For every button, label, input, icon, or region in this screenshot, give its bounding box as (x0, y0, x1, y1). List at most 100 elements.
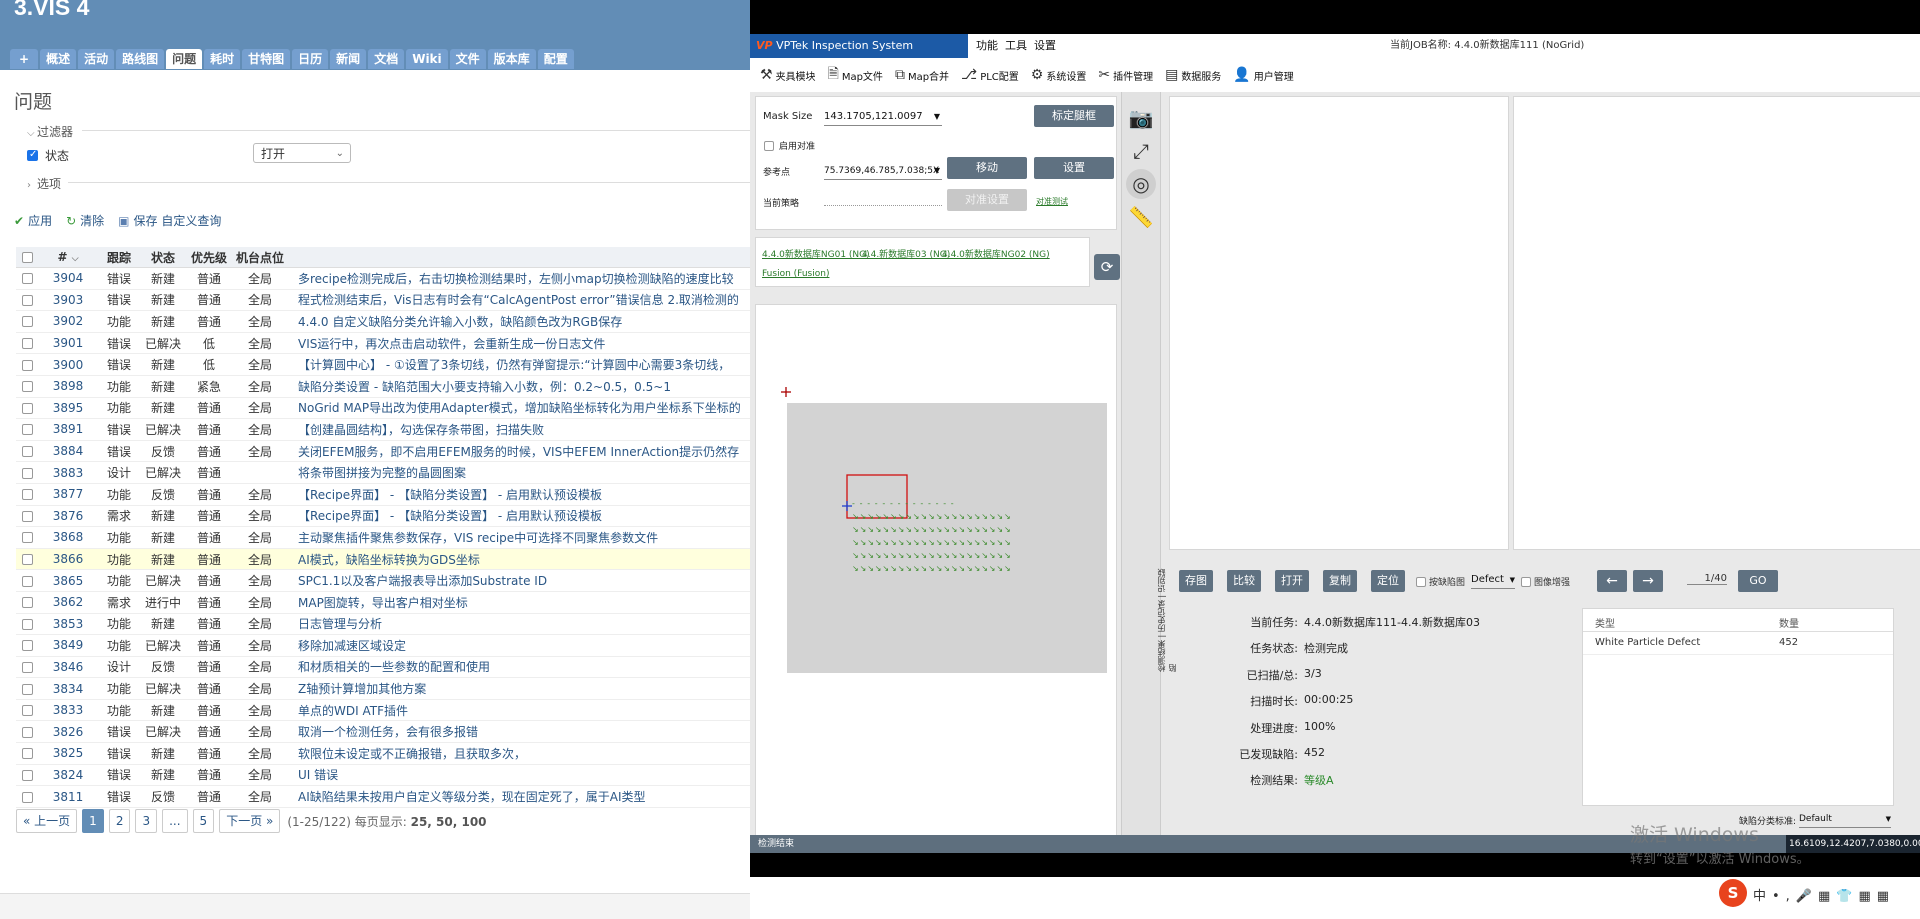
image-view-right[interactable] (1513, 96, 1920, 550)
row-checkbox[interactable] (21, 294, 33, 306)
row-checkbox[interactable] (21, 661, 33, 673)
tab-4[interactable]: 问题 (166, 49, 203, 69)
camera-icon[interactable]: 📷 (1126, 103, 1156, 133)
status-filter-checkbox[interactable] (27, 149, 38, 161)
go-button[interactable]: GO (1738, 570, 1778, 592)
issue-id[interactable]: 3876 (38, 505, 98, 528)
issue-id[interactable]: 3833 (38, 699, 98, 722)
issue-subject[interactable]: AI模式，缺陷坐标转换为GDS坐标 (288, 548, 750, 571)
ruler-icon[interactable]: 📏 (1126, 202, 1156, 232)
issue-subject[interactable]: 【Recipe界面】 - 【缺陷分类设置】 - 启用默认预设模板 (288, 483, 750, 506)
row-checkbox[interactable] (21, 769, 33, 781)
tab-11[interactable]: 文件 (449, 49, 486, 69)
new-item-button[interactable]: + (10, 49, 39, 69)
tab-1[interactable]: 概述 (40, 49, 77, 69)
issue-id-link[interactable]: 3862 (53, 595, 84, 609)
issue-subject[interactable]: 主动聚焦插件聚焦参数保存，VIS recipe中可选择不同聚焦参数文件 (288, 526, 750, 549)
row-checkbox[interactable] (21, 683, 33, 695)
issue-id[interactable]: 3846 (38, 656, 98, 679)
row-checkbox[interactable] (21, 618, 33, 630)
row-checkbox[interactable] (21, 705, 33, 717)
select-all-checkbox[interactable] (21, 252, 33, 263)
defect-page-counter[interactable]: 1/40 (1687, 573, 1727, 585)
table-row[interactable]: 3865 功能 已解决 普通 全局 SPC1.1以及客户端报表导出添加Substrate … (16, 569, 750, 592)
table-row[interactable]: 3891 错误 已解决 普通 全局 【创建晶圆结构】，勾选保存条带图，扫描失败 (16, 418, 750, 441)
issue-subject[interactable]: 将条带图拼接为完整的晶圆图案 (288, 461, 750, 484)
settings-button[interactable]: 设置 (1034, 157, 1114, 179)
issue-id-link[interactable]: 3826 (53, 725, 84, 739)
issue-id-link[interactable]: 3903 (53, 293, 84, 307)
ref-point-input[interactable]: 75.7369,46.785,7.038;5X ▼ (824, 163, 942, 180)
tab-2[interactable]: 活动 (78, 49, 115, 69)
defect-map-checkbox[interactable] (1416, 576, 1426, 587)
toolbar-users[interactable]: 👤 用户管理 (1233, 67, 1293, 83)
issue-subject[interactable]: Z轴预计算增加其他方案 (288, 677, 750, 700)
issue-id-link[interactable]: 3865 (53, 574, 84, 588)
image-enhance-checkbox[interactable] (1521, 576, 1531, 587)
col-scope[interactable]: 机台点位 (232, 247, 288, 268)
clear-link[interactable]: ↻ 清除 (66, 212, 104, 229)
issue-id[interactable]: 3826 (38, 720, 98, 744)
row-checkbox[interactable] (21, 532, 33, 544)
issue-id[interactable]: 3853 (38, 613, 98, 636)
issue-id-link[interactable]: 3834 (53, 682, 84, 696)
issue-id-link[interactable]: 3853 (53, 617, 84, 631)
issue-subject[interactable]: 【Recipe界面】 - 【缺陷分类设置】 - 启用默认预设模板 (288, 505, 750, 528)
issue-subject[interactable]: 单点的WDI ATF插件 (288, 699, 750, 722)
issue-id-link[interactable]: 3825 (53, 746, 84, 760)
apply-link[interactable]: ✔ 应用 (14, 212, 52, 229)
strategy-input[interactable] (824, 205, 942, 206)
tray-icons[interactable]: 中•,🎤▦👕▦▦ (1753, 885, 1895, 904)
row-checkbox[interactable] (21, 791, 33, 803)
prev-defect-button[interactable]: ← (1597, 570, 1627, 592)
issue-id[interactable]: 3834 (38, 677, 98, 700)
issue-id[interactable]: 3877 (38, 483, 98, 506)
issue-id[interactable]: 3884 (38, 440, 98, 463)
col-tracker[interactable]: 跟踪 (98, 247, 140, 268)
image-zoom-icon[interactable]: ⤢ (1126, 136, 1156, 166)
table-row[interactable]: 3904 错误 新建 普通 全局 多recipe检测完成后，右击切换检测结果时，左侧小ma… (16, 267, 750, 290)
issue-id[interactable]: 3865 (38, 569, 98, 592)
recipe-link-4[interactable]: Fusion (Fusion) (762, 269, 829, 279)
tab-3[interactable]: 路线图 (116, 49, 165, 69)
toolbar-data-service[interactable]: ▤ 数据服务 (1165, 67, 1221, 83)
issue-id[interactable]: 3904 (38, 267, 98, 290)
recipe-link-1[interactable]: 4.4.0新数据库NG01 (NG) (762, 247, 870, 260)
enable-align-checkbox[interactable] (764, 140, 774, 151)
issue-id-link[interactable]: 3876 (53, 509, 84, 523)
table-row[interactable]: 3876 需求 新建 普通 全局 【Recipe界面】 - 【缺陷分类设置】 - 启用默认… (16, 505, 750, 528)
move-button[interactable]: 移动 (947, 157, 1027, 179)
issue-id[interactable]: 3862 (38, 591, 98, 614)
row-checkbox[interactable] (21, 273, 33, 285)
table-row[interactable]: 3883 设计 已解决 普通 将条带图拼接为完整的晶圆图案 (16, 461, 750, 484)
issue-id-link[interactable]: 3824 (53, 768, 84, 782)
status-select[interactable]: 打开 ⌄ (253, 143, 351, 163)
issue-subject[interactable]: 程式检测结束后，Vis日志有时会有“CalcAgentPost error”错误… (288, 289, 750, 312)
row-checkbox[interactable] (21, 359, 33, 371)
table-row[interactable]: 3824 错误 新建 普通 全局 UI 错误 (16, 764, 750, 787)
row-checkbox[interactable] (21, 554, 33, 566)
locate-button[interactable]: 定位 (1371, 570, 1405, 592)
issue-subject[interactable]: AI缺陷结果未按用户自定义等级分类，现在固定死了，属于AI类型 (288, 785, 750, 808)
row-checkbox[interactable] (21, 402, 33, 414)
refresh-recipes-button[interactable]: ⟳ (1094, 254, 1120, 280)
issue-id[interactable]: 3895 (38, 397, 98, 420)
menu-settings[interactable]: 设置 (1034, 34, 1056, 58)
table-row[interactable]: 3825 错误 新建 普通 全局 软限位未设定或不正确报错，且获取多次， (16, 742, 750, 765)
page-button[interactable]: 5 (192, 809, 215, 833)
issue-id-link[interactable]: 3900 (53, 358, 84, 372)
copy-button[interactable]: 复制 (1323, 570, 1357, 592)
issue-id-link[interactable]: 3902 (53, 314, 84, 328)
table-row[interactable]: 3877 功能 反馈 普通 全局 【Recipe界面】 - 【缺陷分类设置】 - 启用默认… (16, 483, 750, 506)
table-row[interactable]: 3898 功能 新建 紧急 全局 缺陷分类设置 - 缺陷范围大小要支持输入小数，例：0.2… (16, 375, 750, 398)
row-checkbox[interactable] (21, 467, 33, 479)
toolbar-plc[interactable]: ⎇ PLC配置 (961, 67, 1019, 83)
table-row[interactable]: 3900 错误 新建低全局 【计算圆中心】 - ①设置了3条切线，仍然有弹窗提示:“计… (16, 353, 750, 376)
issue-subject[interactable]: 缺陷分类设置 - 缺陷范围大小要支持输入小数，例：0.2~0.5，0.5~1 (288, 375, 750, 398)
toolbar-system-settings[interactable]: ⚙ 系统设置 (1031, 67, 1087, 83)
per-page-options[interactable]: 25, 50, 100 (411, 815, 487, 829)
row-checkbox[interactable] (21, 575, 33, 587)
col-priority[interactable]: 优先级 (186, 247, 232, 268)
align-test-link[interactable]: 对准测试 (1036, 196, 1068, 207)
sogou-ime-icon[interactable]: S (1719, 879, 1747, 907)
